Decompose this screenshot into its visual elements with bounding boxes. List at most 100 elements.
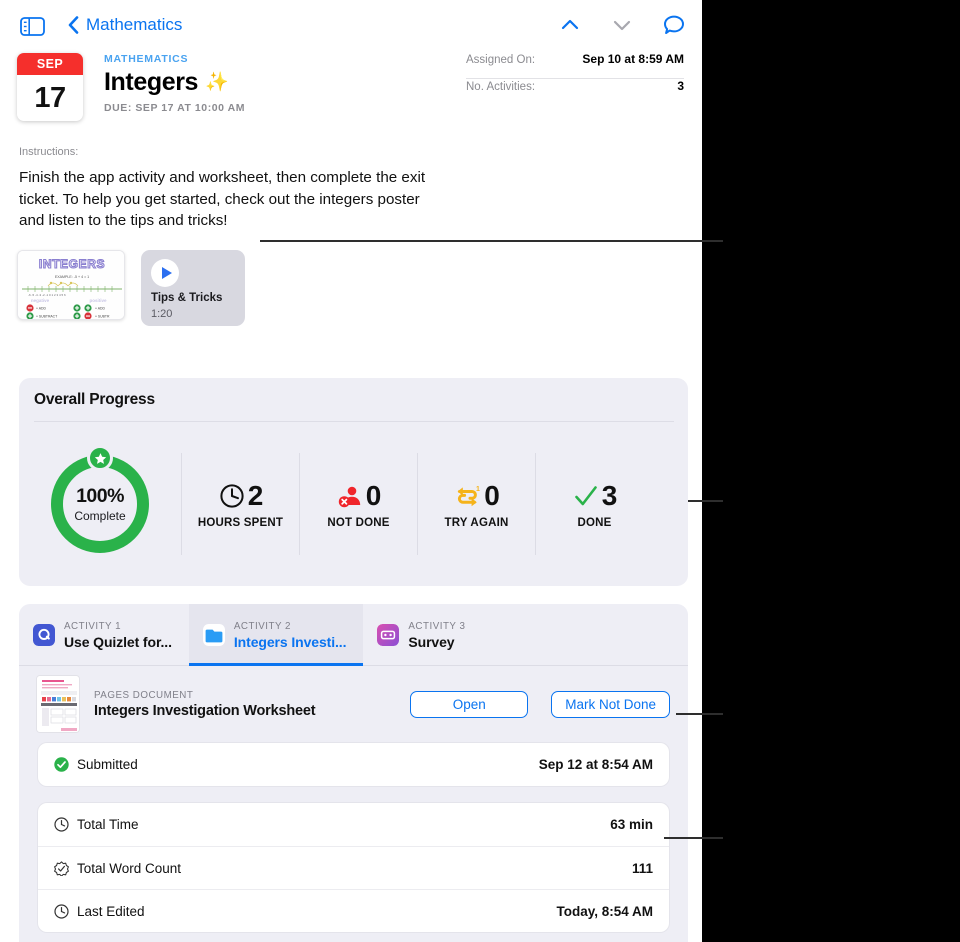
assignment-title-text: Integers bbox=[104, 68, 199, 96]
detail-row-total-time: Total Time 63 min bbox=[38, 803, 669, 846]
survey-app-icon bbox=[377, 624, 400, 646]
stat-value: 0 bbox=[365, 479, 382, 511]
svg-text:1: 1 bbox=[476, 486, 480, 493]
svg-text:-6 -5 -4 -3 -2 -1 0 1 2 3: -6 -5 -4 -3 -2 -1 0 1 2 3 4 5 6 bbox=[28, 293, 66, 297]
assignment-header: MATHEMATICS Integers ✨ DUE: SEP 17 AT 10… bbox=[104, 53, 245, 114]
svg-text:EXAMPLE: -5 + 4 = 1: EXAMPLE: -5 + 4 = 1 bbox=[55, 275, 89, 279]
callout-line-progress bbox=[688, 500, 723, 502]
stat-not-done: 0 NOT DONE bbox=[299, 453, 417, 555]
video-title: Tips & Tricks bbox=[151, 292, 223, 304]
document-name: Integers Investigation Worksheet bbox=[94, 702, 316, 719]
tab-name: Use Quizlet for... bbox=[64, 633, 172, 650]
svg-text:negative: negative bbox=[31, 298, 50, 303]
star-icon bbox=[87, 445, 113, 471]
document-row: PAGES DOCUMENT Integers Investigation Wo… bbox=[19, 666, 688, 742]
chevron-down-icon[interactable] bbox=[610, 14, 634, 36]
submitted-label: Submitted bbox=[77, 757, 138, 772]
stat-value: 0 bbox=[484, 479, 500, 511]
due-date-month: SEP bbox=[17, 53, 83, 75]
tab-activity-3[interactable]: ACTIVITY 3 Survey bbox=[363, 604, 482, 666]
pages-document-thumbnail[interactable] bbox=[36, 675, 80, 733]
detail-key: Total Time bbox=[77, 817, 139, 832]
tab-eyebrow: ACTIVITY 1 bbox=[64, 620, 122, 632]
chevron-up-icon[interactable] bbox=[558, 14, 582, 36]
due-date-day: 17 bbox=[34, 81, 66, 114]
callout-line-mark-done bbox=[676, 713, 723, 715]
progress-stats-row: 100% Complete 2 HOURS SPENT 0 NOT DONE 1… bbox=[19, 422, 688, 586]
stat-label: TRY AGAIN bbox=[444, 516, 509, 529]
open-button[interactable]: Open bbox=[410, 690, 529, 718]
meta-key: Assigned On: bbox=[466, 54, 536, 66]
tab-name: Integers Investi... bbox=[233, 633, 347, 650]
callout-line-total-time bbox=[664, 837, 723, 839]
screenshot-root: Mathematics SEP 17 MATHEMATICS Integers … bbox=[0, 0, 960, 942]
checkmark-circle-icon bbox=[54, 757, 69, 772]
detail-key: Total Word Count bbox=[77, 860, 182, 876]
submitted-row: Submitted Sep 12 at 8:54 AM bbox=[38, 743, 669, 786]
stat-value: 2 bbox=[247, 479, 264, 511]
clock-icon bbox=[54, 817, 69, 832]
detail-value: Today, 8:54 AM bbox=[556, 903, 653, 919]
sidebar-toggle-icon[interactable] bbox=[20, 17, 45, 36]
back-link-label: Mathematics bbox=[86, 15, 183, 34]
meta-key: No. Activities: bbox=[466, 81, 536, 93]
navbar-actions bbox=[558, 14, 686, 36]
tab-eyebrow: ACTIVITY 2 bbox=[233, 620, 291, 632]
comment-bubble-icon[interactable] bbox=[662, 14, 686, 36]
play-icon bbox=[151, 259, 179, 287]
detail-row-total-word-count: Total Word Count 111 bbox=[38, 846, 669, 889]
submitted-panel: Submitted Sep 12 at 8:54 AM bbox=[38, 743, 669, 786]
attachments-row: INTEGERS EXAMPLE: -5 + 4 = 1 -6 -5 -4 -3… bbox=[17, 250, 245, 326]
assignment-meta-table: Assigned On: Sep 10 at 8:59 AM No. Activ… bbox=[466, 52, 684, 104]
overall-progress-card: Overall Progress 100% Complete 2 HOURS S… bbox=[19, 378, 688, 586]
meta-value: Sep 10 at 8:59 AM bbox=[582, 52, 684, 66]
document-type-label: PAGES DOCUMENT bbox=[94, 689, 194, 701]
video-duration: 1:20 bbox=[151, 308, 173, 320]
stat-value: 3 bbox=[601, 479, 618, 511]
mark-not-done-button[interactable]: Mark Not Done bbox=[551, 690, 670, 718]
stat-hours-spent: 2 HOURS SPENT bbox=[181, 453, 299, 555]
assignment-detail-page: Mathematics SEP 17 MATHEMATICS Integers … bbox=[0, 0, 702, 942]
person-x-icon bbox=[338, 486, 360, 507]
due-date-text: DUE: SEP 17 AT 10:00 AM bbox=[104, 102, 246, 114]
meta-row: Assigned On: Sep 10 at 8:59 AM bbox=[466, 52, 684, 78]
details-panel: Total Time 63 min Total Word Count 111 L… bbox=[38, 803, 669, 932]
sparkles-icon: ✨ bbox=[205, 72, 229, 93]
navigation-bar: Mathematics bbox=[0, 0, 702, 46]
submitted-value: Sep 12 at 8:54 AM bbox=[538, 757, 653, 772]
progress-percent-label: 100% bbox=[76, 485, 124, 507]
tab-eyebrow: ACTIVITY 3 bbox=[408, 620, 466, 632]
callout-line-attachments bbox=[260, 240, 723, 242]
clock-icon bbox=[220, 483, 244, 508]
progress-ring: 100% Complete bbox=[19, 445, 181, 556]
overall-progress-heading: Overall Progress bbox=[34, 391, 155, 408]
tab-name: Survey bbox=[408, 633, 455, 650]
back-to-mathematics-link[interactable]: Mathematics bbox=[68, 15, 182, 35]
course-eyebrow: MATHEMATICS bbox=[104, 53, 189, 65]
tips-and-tricks-video-card[interactable]: Tips & Tricks 1:20 bbox=[141, 250, 245, 326]
detail-row-last-edited: Last Edited Today, 8:54 AM bbox=[38, 889, 669, 932]
meta-value: 3 bbox=[677, 79, 684, 93]
detail-value: 63 min bbox=[610, 817, 653, 832]
svg-text:+ SUBTR: + SUBTR bbox=[95, 314, 110, 318]
due-date-chip: SEP 17 bbox=[17, 53, 83, 121]
activity-tabs: ACTIVITY 1 Use Quizlet for... ACTIVITY 2… bbox=[19, 604, 688, 666]
progress-complete-label: Complete bbox=[74, 509, 126, 523]
activities-card: ACTIVITY 1 Use Quizlet for... ACTIVITY 2… bbox=[19, 604, 688, 942]
chevron-left-icon bbox=[68, 16, 79, 34]
svg-text:+ SUBTRACT: + SUBTRACT bbox=[36, 314, 57, 318]
stat-label: HOURS SPENT bbox=[197, 516, 284, 529]
stat-label: DONE bbox=[577, 516, 612, 529]
meta-row: No. Activities: 3 bbox=[466, 78, 684, 104]
page-title: Integers ✨ bbox=[104, 68, 245, 97]
integers-poster-thumbnail[interactable]: INTEGERS EXAMPLE: -5 + 4 = 1 -6 -5 -4 -3… bbox=[17, 250, 125, 320]
tab-activity-1[interactable]: ACTIVITY 1 Use Quizlet for... bbox=[19, 604, 189, 666]
stat-try-again: 1 0 TRY AGAIN bbox=[417, 453, 535, 555]
files-app-icon bbox=[202, 624, 225, 646]
instructions-text: Finish the app activity and worksheet, t… bbox=[19, 169, 426, 229]
instructions-label: Instructions: bbox=[19, 146, 79, 158]
checkmark-icon bbox=[574, 485, 597, 505]
stat-done: 3 DONE bbox=[535, 453, 653, 555]
tab-activity-2[interactable]: ACTIVITY 2 Integers Investi... bbox=[188, 604, 364, 666]
svg-text:+ ADD: + ADD bbox=[36, 306, 46, 310]
